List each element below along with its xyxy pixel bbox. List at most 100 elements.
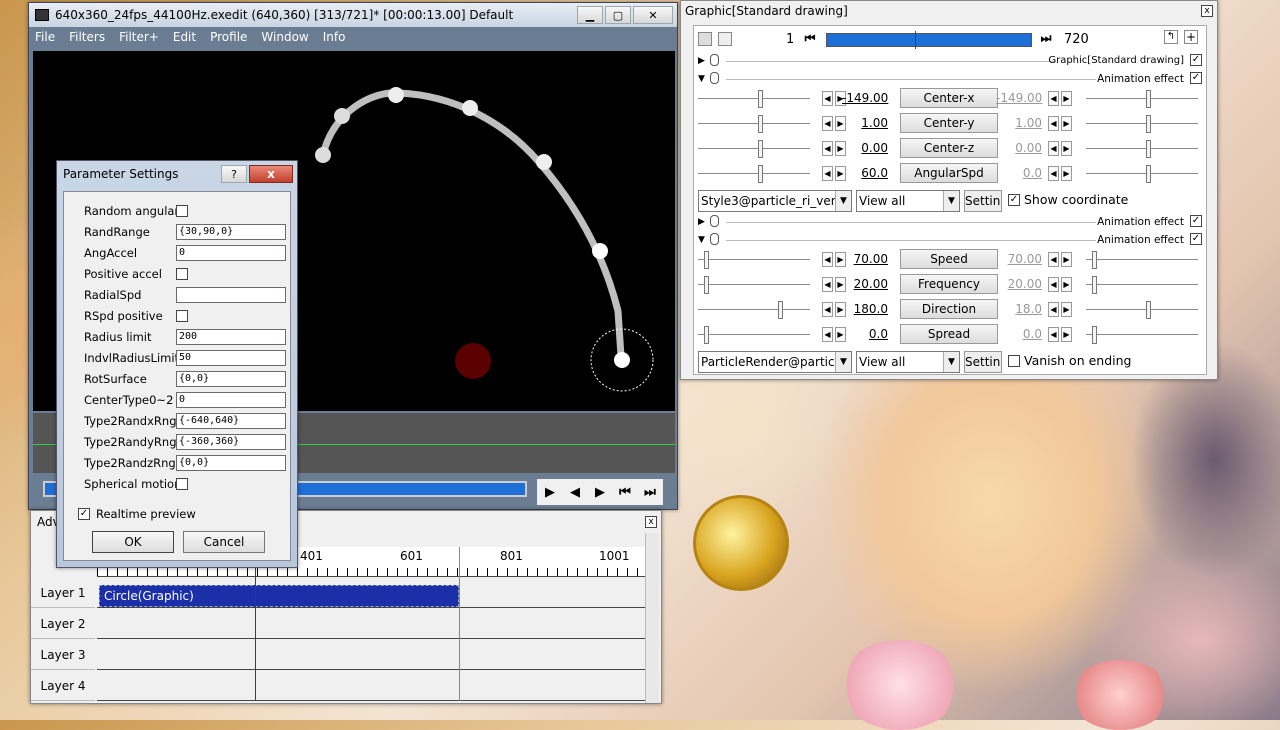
- param-value-left[interactable]: 0.0: [842, 327, 888, 341]
- param-value-left[interactable]: -149.00: [842, 91, 888, 105]
- param-input[interactable]: {-360,360}: [176, 434, 286, 450]
- decrement-icon[interactable]: ◀: [822, 277, 833, 292]
- param-name-button[interactable]: Speed: [900, 249, 998, 269]
- cancel-button[interactable]: Cancel: [183, 531, 265, 553]
- param-input[interactable]: {30,90,0}: [176, 224, 286, 240]
- decrement-icon[interactable]: ◀: [1048, 277, 1059, 292]
- menu-profile[interactable]: Profile: [210, 30, 247, 44]
- minimize-button[interactable]: ▁: [577, 6, 603, 24]
- param-slider-right[interactable]: [1086, 251, 1198, 269]
- increment-icon[interactable]: ▶: [1061, 91, 1072, 106]
- param-value-right[interactable]: 70.00: [996, 252, 1042, 266]
- add-filter-icon[interactable]: +: [1184, 30, 1198, 44]
- slider-thumb[interactable]: [704, 276, 709, 294]
- effect-select-1[interactable]: Style3@particle_ri_ver3 ▼: [698, 190, 852, 212]
- slider-thumb[interactable]: [1092, 251, 1097, 269]
- next-frame-icon[interactable]: ▶: [589, 481, 611, 503]
- param-value-left[interactable]: 20.00: [842, 277, 888, 291]
- header-checkbox-1[interactable]: ✓: [1190, 54, 1202, 66]
- param-name-button[interactable]: Direction: [900, 299, 998, 319]
- param-input[interactable]: {0,0}: [176, 455, 286, 471]
- slider-thumb[interactable]: [1146, 90, 1151, 108]
- param-input[interactable]: 0: [176, 245, 286, 261]
- param-slider-left[interactable]: [698, 301, 810, 319]
- frame-end-button[interactable]: ⏭: [1036, 28, 1056, 48]
- go-end-icon[interactable]: ⏭: [639, 481, 661, 503]
- param-value-left[interactable]: 180.0: [842, 302, 888, 316]
- increment-icon[interactable]: ▶: [1061, 302, 1072, 317]
- menu-info[interactable]: Info: [323, 30, 346, 44]
- param-value-left[interactable]: 0.00: [842, 141, 888, 155]
- menu-edit[interactable]: Edit: [173, 30, 196, 44]
- anim-checkbox-2[interactable]: ✓: [1190, 215, 1202, 227]
- menu-filters[interactable]: Filters: [69, 30, 105, 44]
- expand-arrow-icon[interactable]: ▶: [698, 217, 705, 227]
- layer-row[interactable]: [97, 640, 645, 670]
- link-icon[interactable]: ↰: [1164, 30, 1178, 44]
- decrement-icon[interactable]: ◀: [1048, 116, 1059, 131]
- param-slider-right[interactable]: [1086, 326, 1198, 344]
- play-icon[interactable]: ▶: [539, 481, 561, 503]
- object-icon[interactable]: [698, 32, 712, 46]
- decrement-icon[interactable]: ◀: [822, 116, 833, 131]
- param-close-button[interactable]: x: [249, 165, 293, 183]
- param-name-button[interactable]: Spread: [900, 324, 998, 344]
- playhead-cursor[interactable]: [255, 547, 256, 701]
- setting-button-1[interactable]: Setting: [964, 190, 1002, 212]
- increment-icon[interactable]: ▶: [1061, 166, 1072, 181]
- param-slider-right[interactable]: [1086, 301, 1198, 319]
- decrement-icon[interactable]: ◀: [822, 302, 833, 317]
- ok-button[interactable]: OK: [92, 531, 174, 553]
- slider-thumb[interactable]: [1092, 326, 1097, 344]
- param-value-right[interactable]: -149.00: [996, 91, 1042, 105]
- close-button[interactable]: ✕: [633, 6, 673, 24]
- help-button[interactable]: ?: [221, 165, 247, 183]
- timeline-close-button[interactable]: x: [645, 516, 657, 528]
- decrement-icon[interactable]: ◀: [1048, 91, 1059, 106]
- slider-thumb[interactable]: [758, 165, 763, 183]
- slider-thumb[interactable]: [758, 115, 763, 133]
- slider-thumb[interactable]: [1146, 165, 1151, 183]
- param-input[interactable]: 50: [176, 350, 286, 366]
- param-name-button[interactable]: AngularSpd: [900, 163, 998, 183]
- param-name-button[interactable]: Center-y: [900, 113, 998, 133]
- slider-thumb[interactable]: [704, 326, 709, 344]
- maximize-button[interactable]: ▢: [605, 6, 631, 24]
- layer-row[interactable]: [97, 609, 645, 639]
- param-checkbox[interactable]: [176, 268, 188, 280]
- collapse-arrow-icon[interactable]: ▼: [698, 74, 705, 84]
- param-checkbox[interactable]: [176, 310, 188, 322]
- layer-row[interactable]: [97, 671, 645, 701]
- param-slider-left[interactable]: [698, 115, 810, 133]
- header-checkbox-2[interactable]: ✓: [1190, 72, 1202, 84]
- param-name-button[interactable]: Center-z: [900, 138, 998, 158]
- param-name-button[interactable]: Center-x: [900, 88, 998, 108]
- param-slider-left[interactable]: [698, 276, 810, 294]
- collapse-arrow-icon[interactable]: ▼: [698, 235, 705, 245]
- prev-frame-icon[interactable]: ◀: [564, 481, 586, 503]
- menu-filter-plus[interactable]: Filter+: [119, 30, 159, 44]
- param-checkbox[interactable]: [176, 205, 188, 217]
- param-slider-right[interactable]: [1086, 140, 1198, 158]
- param-input[interactable]: 0: [176, 392, 286, 408]
- param-slider-left[interactable]: [698, 326, 810, 344]
- layer-label-3[interactable]: Layer 3: [31, 640, 95, 670]
- camera-icon[interactable]: [718, 32, 732, 46]
- decrement-icon[interactable]: ◀: [822, 252, 833, 267]
- slider-thumb[interactable]: [1092, 276, 1097, 294]
- frame-cursor[interactable]: [915, 31, 916, 49]
- param-input[interactable]: 200: [176, 329, 286, 345]
- realtime-preview-row[interactable]: ✓ Realtime preview: [78, 507, 196, 521]
- param-slider-left[interactable]: [698, 251, 810, 269]
- show-coordinate-checkbox[interactable]: ✓: [1008, 194, 1020, 206]
- decrement-icon[interactable]: ◀: [1048, 166, 1059, 181]
- increment-icon[interactable]: ▶: [1061, 141, 1072, 156]
- param-slider-left[interactable]: [698, 165, 810, 183]
- decrement-icon[interactable]: ◀: [822, 327, 833, 342]
- frame-start-button[interactable]: ⏮: [800, 28, 820, 48]
- param-slider-right[interactable]: [1086, 115, 1198, 133]
- param-value-right[interactable]: 20.00: [996, 277, 1042, 291]
- param-checkbox[interactable]: [176, 478, 188, 490]
- anim-checkbox-3[interactable]: ✓: [1190, 233, 1202, 245]
- slider-thumb[interactable]: [758, 90, 763, 108]
